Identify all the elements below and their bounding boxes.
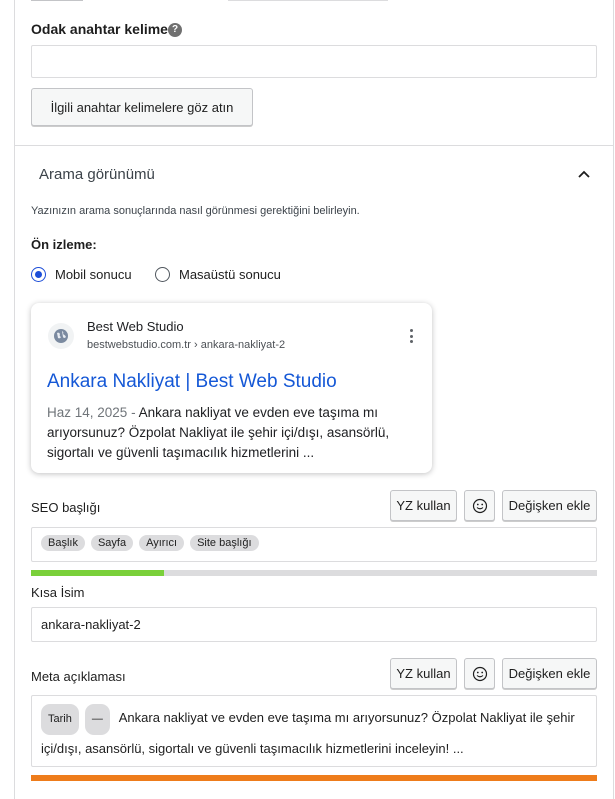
slug-value: ankara-nakliyat-2 [41,617,141,632]
seo-title-chip[interactable]: Başlık [41,535,85,551]
seo-title-ai-button[interactable]: YZ kullan [390,490,457,521]
serp-title: Ankara Nakliyat | Best Web Studio [47,371,337,392]
seo-title-chip[interactable]: Site başlığı [190,535,259,551]
serp-date: Haz 14, 2025 [47,405,128,420]
seo-title-chip[interactable]: Sayfa [90,535,134,551]
search-appearance-description: Yazınızın arama sonuçlarında nasıl görün… [31,205,360,217]
search-appearance-title[interactable]: Arama görünümü [39,166,155,183]
meta-description-text: Ankara nakliyat ve evden eve taşıma mı a… [41,710,575,756]
section-divider [15,145,614,146]
meta-description-input[interactable]: Tarih — Ankara nakliyat ve evden eve taşı… [31,695,597,767]
mobile-result-label[interactable]: Mobil sonucu [55,267,132,282]
meta-chip-separator: — [84,704,110,735]
seo-title-variable-button[interactable]: Değişken ekle [502,490,597,521]
globe-icon [48,323,74,349]
seo-title-progress [31,570,597,576]
chevron-up-icon[interactable] [578,170,590,178]
serp-preview-card: Best Web Studio bestwebstudio.com.tr › a… [31,303,432,473]
preview-label: Ön izleme: [31,237,97,252]
seo-title-smiley-icon[interactable] [464,490,495,521]
date-separator: - [127,405,139,420]
site-url: bestwebstudio.com.tr › ankara-nakliyat-2 [87,339,285,351]
serp-description: Haz 14, 2025 - Ankara nakliyat ve evden … [47,403,417,463]
seo-title-chips: Başlık Sayfa Ayırıcı Site başlığı [41,535,265,551]
seo-title-progress-fill [31,570,164,576]
more-options-icon[interactable] [409,329,413,343]
meta-smiley-icon[interactable] [464,658,495,689]
site-name: Best Web Studio [87,319,184,334]
tab-underline [31,0,83,2]
seo-title-chip[interactable]: Ayırıcı [139,535,185,551]
slug-input[interactable]: ankara-nakliyat-2 [31,607,597,642]
tab-divider [228,0,388,1]
meta-ai-button[interactable]: YZ kullan [390,658,457,689]
url-domain: bestwebstudio.com.tr [87,339,191,351]
mobile-result-radio[interactable] [31,267,46,282]
focus-keyword-input[interactable] [31,45,597,78]
url-path: › ankara-nakliyat-2 [194,339,286,351]
meta-description-progress-fill [31,775,597,781]
meta-description-label: Meta açıklaması [31,669,126,684]
related-keywords-button[interactable]: İlgili anahtar kelimelere göz atın [31,88,253,126]
seo-title-label: SEO başlığı [31,500,101,515]
help-icon[interactable]: ? [168,23,182,37]
meta-chip-date: Tarih [41,704,79,735]
desktop-result-label[interactable]: Masaüstü sonucu [179,267,281,282]
desktop-result-radio[interactable] [155,267,170,282]
meta-variable-button[interactable]: Değişken ekle [502,658,597,689]
top-tabs [14,0,614,2]
meta-description-content: Tarih — Ankara nakliyat ve evden eve taşı… [41,704,591,762]
slug-label: Kısa İsim [31,585,85,600]
meta-description-progress [31,775,597,781]
seo-title-input[interactable]: Başlık Sayfa Ayırıcı Site başlığı [31,527,597,562]
focus-keyword-label: Odak anahtar kelime [31,21,168,37]
